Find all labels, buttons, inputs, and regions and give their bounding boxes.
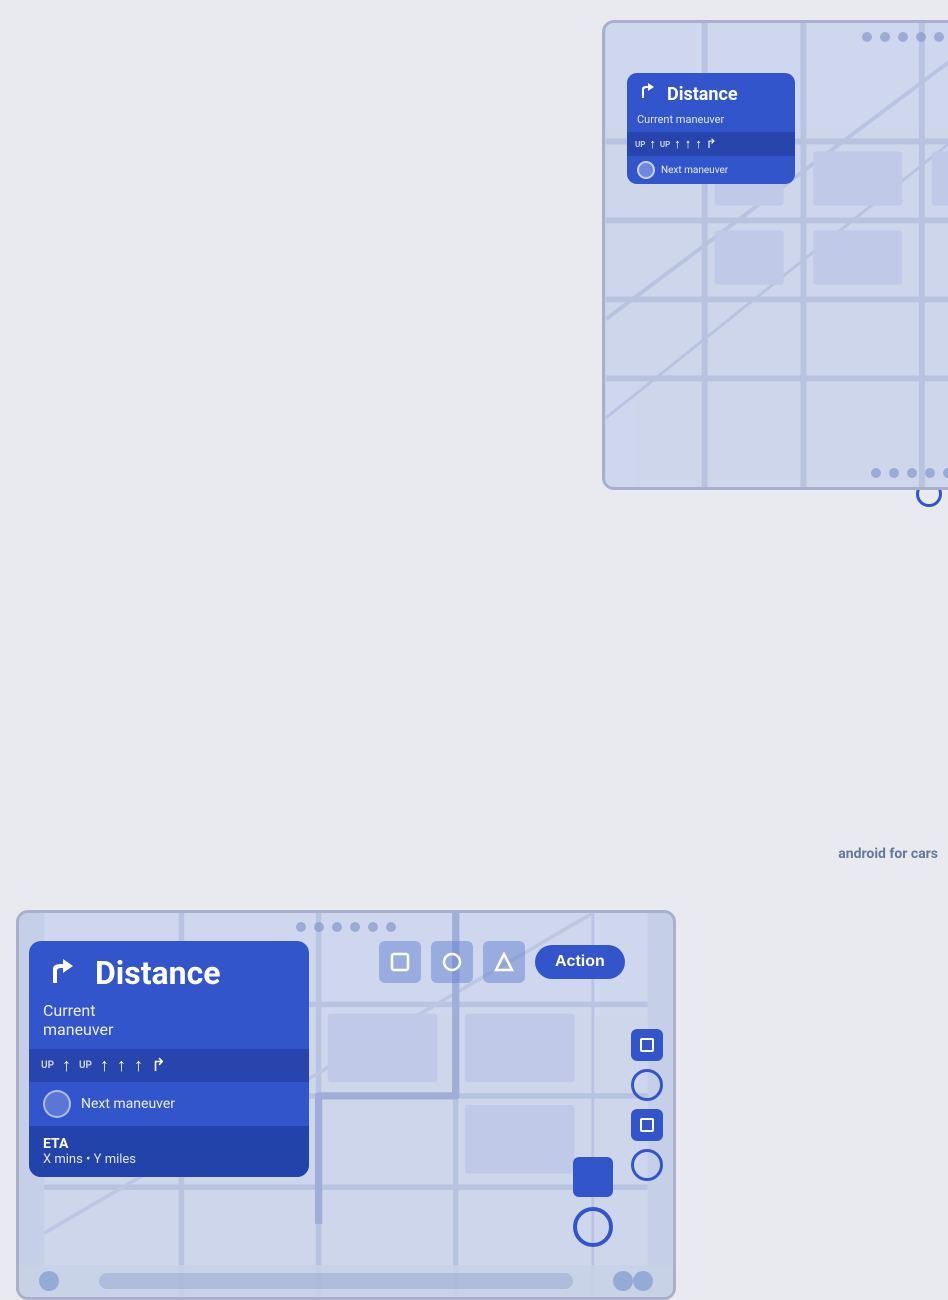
system-bar-top-large <box>19 913 673 941</box>
triangle-icon-btn-large[interactable] <box>483 941 525 983</box>
lane-label-up2: UP <box>660 140 670 149</box>
lane-lbl-up1-l: UP <box>41 1060 54 1071</box>
lanes-row-large: UP ↑ UP ↑ ↑ ↑ ↱ <box>29 1049 309 1082</box>
side-circle-btn-2[interactable] <box>631 1149 663 1181</box>
nav-dot-right1 <box>613 1271 633 1291</box>
distance-label-large: Distance <box>95 954 221 992</box>
bottom-nav-large <box>19 1265 673 1297</box>
lane-arr-turn-l: ↱ <box>151 1055 166 1076</box>
android-prefix: android <box>838 846 886 862</box>
lane-label-up1: UP <box>635 140 645 149</box>
distance-label-small: Distance <box>667 84 738 105</box>
lanes-row-small: UP ↑ UP ↑ ↑ ↑ ↱ <box>627 132 795 156</box>
eta-label: ETA <box>43 1136 295 1152</box>
lane-lbl-up2-l: UP <box>79 1060 92 1071</box>
next-maneuver-large: Next maneuver <box>29 1082 309 1126</box>
card-header-small: Distance <box>627 73 795 113</box>
sys-dot-l <box>368 922 378 932</box>
sys-dot-b <box>889 468 899 478</box>
system-bar-top <box>605 23 948 51</box>
sys-dot-b <box>943 468 948 478</box>
eta-detail: X mins • Y miles <box>43 1152 295 1167</box>
turn-icon-small <box>637 81 659 107</box>
nav-pill[interactable] <box>99 1273 573 1289</box>
turn-icon-large <box>43 953 83 993</box>
eta-bar: ETA X mins • Y miles <box>29 1126 309 1177</box>
sys-dot <box>862 32 872 42</box>
next-dot-small <box>637 161 655 179</box>
next-dot-large <box>43 1090 71 1118</box>
sys-dot <box>898 32 908 42</box>
sys-dot <box>880 32 890 42</box>
lane-arr-1-l: ↑ <box>62 1055 71 1076</box>
lane-arrow-turn: ↱ <box>706 137 717 152</box>
sys-dot-l <box>314 922 324 932</box>
lane-arr-2-l: ↑ <box>100 1055 109 1076</box>
lane-arrow-2: ↑ <box>674 136 681 152</box>
map-circle-btn[interactable] <box>573 1207 613 1247</box>
maneuver-text-large: Currentmaneuver <box>29 1001 309 1049</box>
action-button-large[interactable]: Action <box>535 945 625 979</box>
next-maneuver-small: Next maneuver <box>627 156 795 184</box>
nav-dot-left <box>39 1271 59 1291</box>
side-buttons-right <box>631 1029 663 1181</box>
sys-dot-l <box>332 922 342 932</box>
sys-dot-b <box>907 468 917 478</box>
nav-card-large: Distance Currentmaneuver UP ↑ UP ↑ ↑ ↑ ↱… <box>29 941 309 1177</box>
sys-dot-l <box>296 922 306 932</box>
maneuver-text-small: Current maneuver <box>627 113 795 132</box>
card-header-large: Distance <box>29 941 309 1001</box>
sys-dot-b <box>925 468 935 478</box>
circle-icon-btn-large[interactable] <box>431 941 473 983</box>
lane-arrow-3: ↑ <box>685 136 692 152</box>
next-text-small: Next maneuver <box>661 165 728 176</box>
sys-dot-b <box>871 468 881 478</box>
small-device: Action Distance Current maneuver UP ↑ UP… <box>300 10 922 482</box>
sys-dot-l <box>350 922 360 932</box>
lane-arr-3-l: ↑ <box>117 1055 126 1076</box>
map-float-buttons <box>573 1157 613 1247</box>
lane-arr-4-l: ↑ <box>134 1055 143 1076</box>
android-suffix: for cars <box>889 846 938 862</box>
android-label: android for cars <box>838 846 938 862</box>
lane-arrow-4: ↑ <box>695 136 702 152</box>
side-sq-btn-2[interactable] <box>631 1109 663 1141</box>
large-device: Action Distance Currentmaneuver UP ↑ UP … <box>8 450 668 870</box>
sys-dot <box>934 32 944 42</box>
side-sq-btn-1[interactable] <box>631 1029 663 1061</box>
map-sq-btn-1[interactable] <box>573 1157 613 1197</box>
action-bar-large: Action <box>379 941 625 983</box>
lane-arrow-1: ↑ <box>649 136 656 152</box>
nav-dot-right2 <box>633 1271 653 1291</box>
square-icon-btn-large[interactable] <box>379 941 421 983</box>
sys-dot-l <box>386 922 396 932</box>
sys-dot <box>916 32 926 42</box>
next-text-large: Next maneuver <box>81 1096 175 1112</box>
system-bar-bottom-small <box>605 459 948 487</box>
nav-card-small: Distance Current maneuver UP ↑ UP ↑ ↑ ↑ … <box>627 73 795 184</box>
side-circle-btn-1[interactable] <box>631 1069 663 1101</box>
